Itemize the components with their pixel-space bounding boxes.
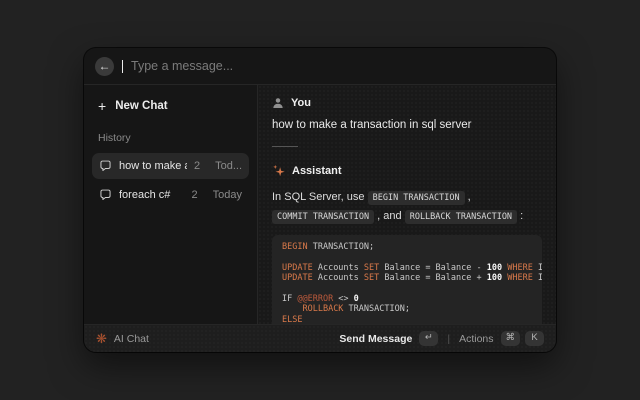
code-line: BEGIN TRANSACTION; (282, 242, 532, 252)
shortcut-key-badge[interactable]: ⌘ (501, 331, 521, 345)
assistant-role-label: Assistant (292, 165, 342, 177)
code-line: UPDATE Accounts SET Balance = Balance - … (282, 263, 532, 273)
plus-icon: + (98, 99, 106, 113)
status-bar: ❋ AI Chat Send Message ↵ | Actions ⌘K (84, 324, 556, 352)
code-line: ROLLBACK TRANSACTION; (282, 304, 532, 314)
code-token: SET (364, 273, 379, 283)
code-token: WHERE (507, 263, 533, 273)
user-role-label: You (291, 97, 311, 109)
code-token: Accounts (313, 263, 364, 273)
shortcut-key-badge[interactable]: K (525, 331, 544, 345)
code-token: Balance = Balance + (379, 273, 486, 283)
code-token: ID = (533, 263, 542, 273)
inline-code-chip: BEGIN TRANSACTION (368, 191, 465, 205)
history-section-label: History (98, 132, 243, 144)
history-item-count: 2 (194, 160, 200, 172)
code-token: 100 (487, 263, 502, 273)
inline-code-chip: COMMIT TRANSACTION (272, 210, 374, 224)
code-token: ROLLBACK (302, 304, 343, 314)
code-token: TRANSACTION; (308, 242, 375, 252)
sparkle-icon (272, 164, 285, 177)
history-item-title: how to make a transa... (119, 160, 187, 172)
history-list: how to make a transa... 2 Tod... foreach c#… (92, 153, 249, 208)
user-message-header: You (272, 97, 542, 109)
inline-code-chip: ROLLBACK TRANSACTION (405, 210, 517, 224)
message-input-placeholder[interactable]: Type a message... (131, 59, 233, 73)
code-line: IF @@ERROR <> 0 (282, 294, 532, 304)
history-item-count: 2 (192, 189, 198, 201)
new-chat-label: New Chat (115, 100, 167, 112)
assistant-intro: In SQL Server, use BEGIN TRANSACTION , C… (272, 188, 542, 226)
history-item-date: Tod... (215, 160, 242, 172)
ai-chat-window: ← Type a message... + New Chat History h… (84, 48, 556, 352)
flower-icon: ❋ (96, 332, 107, 345)
code-token: UPDATE (282, 263, 313, 273)
code-token: WHERE (507, 273, 533, 283)
history-item-title: foreach c# (119, 189, 185, 201)
code-token: 100 (487, 273, 502, 283)
user-message-text: how to make a transaction in sql server (272, 119, 542, 131)
user-avatar-icon (272, 97, 284, 109)
history-item[interactable]: foreach c# 2 Today (92, 182, 249, 208)
code-token: Accounts (313, 273, 364, 283)
send-message-button[interactable]: Send Message (339, 333, 412, 345)
code-token (282, 304, 302, 314)
enter-key-badge[interactable]: ↵ (419, 331, 438, 345)
chat-transcript: You how to make a transaction in sql ser… (258, 85, 556, 324)
chat-bubble-icon (99, 160, 112, 173)
statusbar-separator: | (447, 333, 450, 345)
code-token: ID = (533, 273, 542, 283)
text-cursor (122, 60, 123, 73)
message-divider (272, 146, 298, 147)
history-item-date: Today (213, 189, 242, 201)
code-line (282, 284, 532, 294)
new-chat-button[interactable]: + New Chat (92, 95, 249, 117)
code-line (282, 252, 532, 262)
code-token: Balance = Balance - (379, 263, 486, 273)
code-token: BEGIN (282, 242, 308, 252)
code-token: TRANSACTION; (343, 304, 410, 314)
back-button[interactable]: ← (95, 57, 114, 76)
code-token: UPDATE (282, 273, 313, 283)
code-line: UPDATE Accounts SET Balance = Balance + … (282, 273, 532, 283)
code-token: IF (282, 294, 297, 304)
code-token: SET (364, 263, 379, 273)
code-token: 0 (354, 294, 359, 304)
actions-button[interactable]: Actions (459, 333, 493, 345)
app-name: AI Chat (114, 333, 149, 345)
chat-bubble-icon (99, 189, 112, 202)
code-token: @@ERROR (297, 294, 333, 304)
back-arrow-icon: ← (99, 60, 111, 72)
assistant-message-header: Assistant (272, 164, 542, 177)
history-item[interactable]: how to make a transa... 2 Tod... (92, 153, 249, 179)
message-input-bar[interactable]: ← Type a message... (84, 48, 556, 85)
sidebar: + New Chat History how to make a transa.… (84, 85, 258, 324)
actions-keys: ⌘K (501, 331, 545, 345)
code-token: <> (333, 294, 353, 304)
